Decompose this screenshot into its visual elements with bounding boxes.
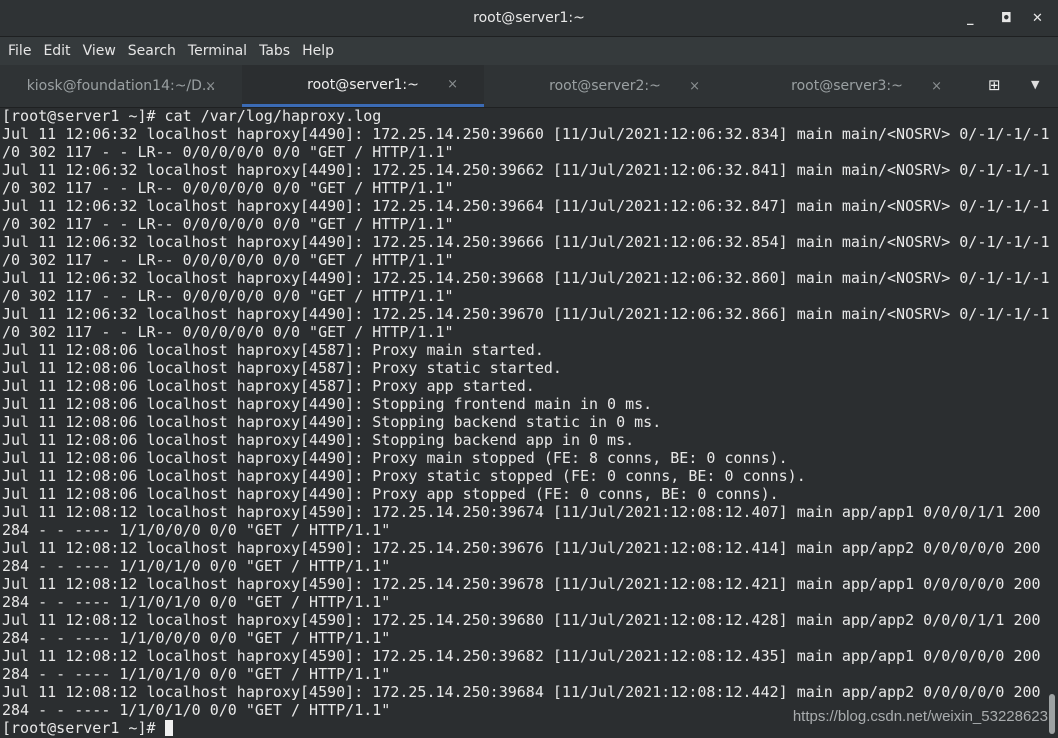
tab-close-icon[interactable]: × [689,79,700,94]
menu-view[interactable]: View [77,43,122,59]
window-title: root@server1:~ [473,10,585,26]
terminal-line: Jul 11 12:08:12 localhost haproxy[4590]:… [2,539,1041,557]
menu-bar: File Edit View Search Terminal Tabs Help [0,37,1058,65]
close-icon[interactable]: ✕ [1032,0,1043,36]
menu-tabs[interactable]: Tabs [253,43,296,59]
terminal-line: Jul 11 12:06:32 localhost haproxy[4490]:… [2,269,1050,287]
terminal-output[interactable]: [root@server1 ~]# cat /var/log/haproxy.l… [0,107,1050,738]
menu-help[interactable]: Help [296,43,340,59]
minimize-icon[interactable]: _ [967,0,974,36]
terminal-line: [root@server1 ~]# cat /var/log/haproxy.l… [2,107,382,125]
tab-close-icon[interactable]: × [447,77,458,92]
terminal-line: /0 302 117 - - LR-- 0/0/0/0/0 0/0 "GET /… [2,179,454,197]
tab-label: kiosk@foundation14:~/D... [26,78,216,94]
watermark: https://blog.csdn.net/weixin_53228623 [792,708,1048,725]
terminal-line: Jul 11 12:08:12 localhost haproxy[4590]:… [2,611,1041,629]
terminal-line: 284 - - ---- 1/1/0/1/0 0/0 "GET / HTTP/1… [2,557,391,575]
terminal-line: Jul 11 12:06:32 localhost haproxy[4490]:… [2,125,1050,143]
terminal-line: /0 302 117 - - LR-- 0/0/0/0/0 0/0 "GET /… [2,251,454,269]
menu-terminal[interactable]: Terminal [182,43,253,59]
terminal-line: Jul 11 12:08:06 localhost haproxy[4490]:… [2,449,788,467]
tab-label: root@server3:~ [791,78,903,94]
tab-bar: kiosk@foundation14:~/D... × root@server1:~… [0,65,1058,108]
maximize-icon[interactable]: ◘ [1001,0,1012,36]
tab-close-icon[interactable]: × [205,79,216,94]
terminal-line: 284 - - ---- 1/1/0/1/0 0/0 "GET / HTTP/1… [2,665,391,683]
terminal-line: /0 302 117 - - LR-- 0/0/0/0/0 0/0 "GET /… [2,287,454,305]
terminal-line: Jul 11 12:06:32 localhost haproxy[4490]:… [2,305,1050,323]
terminal-line: Jul 11 12:08:06 localhost haproxy[4490]:… [2,431,635,449]
terminal-line: /0 302 117 - - LR-- 0/0/0/0/0 0/0 "GET /… [2,143,454,161]
terminal-line: Jul 11 12:08:06 localhost haproxy[4490]:… [2,413,662,431]
terminal-line: Jul 11 12:06:32 localhost haproxy[4490]:… [2,197,1050,215]
tab-1[interactable]: kiosk@foundation14:~/D... × [0,65,242,107]
terminal-line: Jul 11 12:08:06 localhost haproxy[4490]:… [2,485,779,503]
tab-label: root@server1:~ [307,76,419,93]
terminal-line: Jul 11 12:08:06 localhost haproxy[4587]:… [2,377,535,395]
new-tab-icon[interactable]: ⊞ [988,76,1001,94]
terminal-line: Jul 11 12:08:06 localhost haproxy[4587]:… [2,341,544,359]
menu-file[interactable]: File [2,43,37,59]
terminal-line: Jul 11 12:08:12 localhost haproxy[4590]:… [2,683,1041,701]
terminal-line: Jul 11 12:08:12 localhost haproxy[4590]:… [2,575,1041,593]
terminal-line: Jul 11 12:08:12 localhost haproxy[4590]:… [2,503,1041,521]
cursor [164,720,173,736]
scrollbar[interactable] [1049,694,1055,734]
menu-edit[interactable]: Edit [37,43,76,59]
terminal-line: Jul 11 12:06:32 localhost haproxy[4490]:… [2,161,1050,179]
terminal-line: 284 - - ---- 1/1/0/0/0 0/0 "GET / HTTP/1… [2,521,391,539]
tab-3[interactable]: root@server2:~ × [484,65,726,107]
tab-label: root@server2:~ [549,78,661,94]
menu-search[interactable]: Search [122,43,182,59]
title-bar: root@server1:~ _ ◘ ✕ [0,0,1058,37]
terminal-line: 284 - - ---- 1/1/0/1/0 0/0 "GET / HTTP/1… [2,593,391,611]
terminal-line: /0 302 117 - - LR-- 0/0/0/0/0 0/0 "GET /… [2,215,454,233]
terminal-line: /0 302 117 - - LR-- 0/0/0/0/0 0/0 "GET /… [2,323,454,341]
terminal-line: Jul 11 12:08:06 localhost haproxy[4490]:… [2,395,653,413]
tab-4[interactable]: root@server3:~ × [726,65,968,107]
chevron-down-icon[interactable]: ▼ [1031,78,1039,91]
tab-2[interactable]: root@server1:~ × [242,65,484,107]
terminal-line: Jul 11 12:06:32 localhost haproxy[4490]:… [2,233,1050,251]
terminal-line: Jul 11 12:08:06 localhost haproxy[4490]:… [2,467,806,485]
terminal-line: 284 - - ---- 1/1/0/0/0 0/0 "GET / HTTP/1… [2,629,391,647]
tab-close-icon[interactable]: × [931,79,942,94]
terminal-line: Jul 11 12:08:06 localhost haproxy[4587]:… [2,359,562,377]
terminal-line: Jul 11 12:08:12 localhost haproxy[4590]:… [2,647,1041,665]
prompt: [root@server1 ~]# [2,719,165,737]
